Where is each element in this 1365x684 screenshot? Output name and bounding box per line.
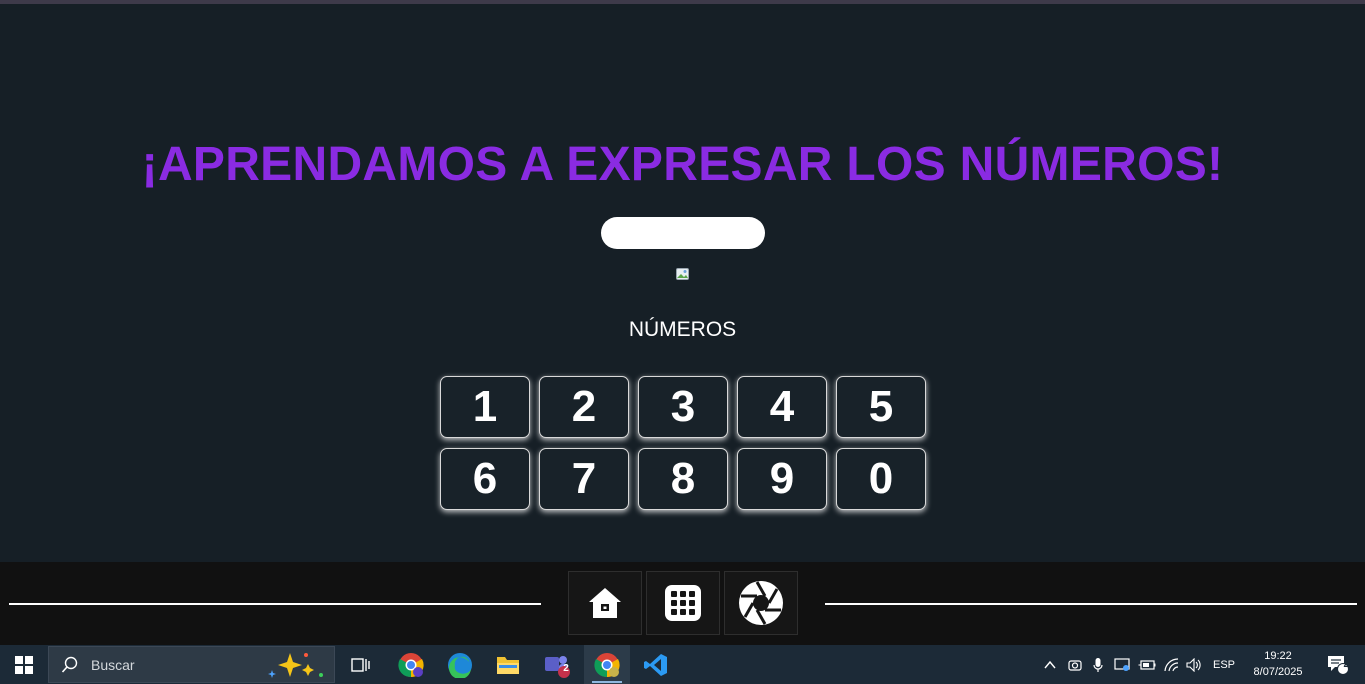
tray-volume[interactable] [1184, 645, 1204, 684]
number-button-0[interactable]: 0 [836, 448, 926, 510]
home-button[interactable] [568, 571, 642, 635]
clock-date: 8/07/2025 [1253, 666, 1303, 678]
notification-count: 2 [1343, 659, 1349, 669]
taskbar-teams[interactable]: 2 [536, 645, 578, 684]
taskbar-clock[interactable]: 19:22 8/07/2025 [1248, 648, 1308, 680]
tray-camera[interactable] [1066, 645, 1084, 684]
file-explorer-icon [497, 656, 519, 674]
taskbar-chrome-active[interactable] [584, 645, 630, 684]
battery-icon [1138, 659, 1156, 670]
number-button-4[interactable]: 4 [737, 376, 827, 438]
footer-divider-left [9, 603, 541, 605]
camera-button[interactable] [724, 571, 798, 635]
answer-input[interactable] [601, 217, 765, 249]
grid-icon [665, 585, 701, 621]
number-button-8[interactable]: 8 [638, 448, 728, 510]
camera-shutter-icon [739, 581, 783, 625]
tray-battery[interactable] [1136, 645, 1158, 684]
copilot-sparkle-icon [268, 653, 323, 678]
taskbar-edge[interactable] [440, 645, 480, 684]
tray-overflow-button[interactable] [1040, 645, 1060, 684]
numbers-menu-button[interactable] [646, 571, 720, 635]
wifi-icon [1164, 657, 1179, 671]
page-title: ¡APRENDAMOS A EXPRESAR LOS NÚMEROS! [141, 138, 1224, 191]
tray-wifi[interactable] [1162, 645, 1182, 684]
tray-display[interactable] [1112, 645, 1132, 684]
start-button[interactable] [0, 645, 48, 684]
camera-icon [1068, 659, 1082, 671]
chrome-icon [594, 652, 620, 677]
taskbar-chrome-profile[interactable] [390, 645, 432, 684]
number-button-7[interactable]: 7 [539, 448, 629, 510]
section-label: NÚMEROS [628, 318, 737, 341]
number-button-1[interactable]: 1 [440, 376, 530, 438]
notification-center-button[interactable]: 2 [1318, 645, 1358, 684]
edge-icon [448, 652, 472, 678]
broken-image-icon [676, 268, 689, 280]
speaker-icon [1186, 657, 1201, 672]
language-indicator: ESP [1212, 658, 1235, 671]
number-button-2[interactable]: 2 [539, 376, 629, 438]
home-icon [589, 588, 621, 618]
number-button-5[interactable]: 5 [836, 376, 926, 438]
taskbar-vscode[interactable] [636, 645, 676, 684]
clock-time: 19:22 [1264, 650, 1292, 662]
chrome-icon [398, 652, 424, 677]
windows-logo-icon [15, 655, 33, 674]
tray-language[interactable]: ESP [1208, 645, 1240, 684]
search-placeholder: Buscar [91, 656, 135, 673]
task-view-button[interactable] [340, 645, 380, 684]
windows-taskbar: Buscar 2 ESP 19:22 8/07/2025 2 [0, 645, 1365, 684]
number-button-9[interactable]: 9 [737, 448, 827, 510]
display-icon [1114, 657, 1130, 671]
number-button-6[interactable]: 6 [440, 448, 530, 510]
chevron-up-icon [1044, 660, 1056, 668]
tray-microphone[interactable] [1090, 645, 1106, 684]
footer-divider-right [825, 603, 1357, 605]
vscode-icon [644, 653, 667, 676]
task-view-icon [351, 657, 370, 672]
microphone-icon [1093, 657, 1103, 672]
taskbar-file-explorer[interactable] [488, 645, 528, 684]
taskbar-search[interactable]: Buscar [48, 646, 335, 683]
teams-badge: 2 [563, 663, 569, 674]
footer-nav [0, 562, 1365, 645]
active-app-indicator [592, 681, 622, 683]
number-button-3[interactable]: 3 [638, 376, 728, 438]
search-icon [61, 656, 78, 673]
